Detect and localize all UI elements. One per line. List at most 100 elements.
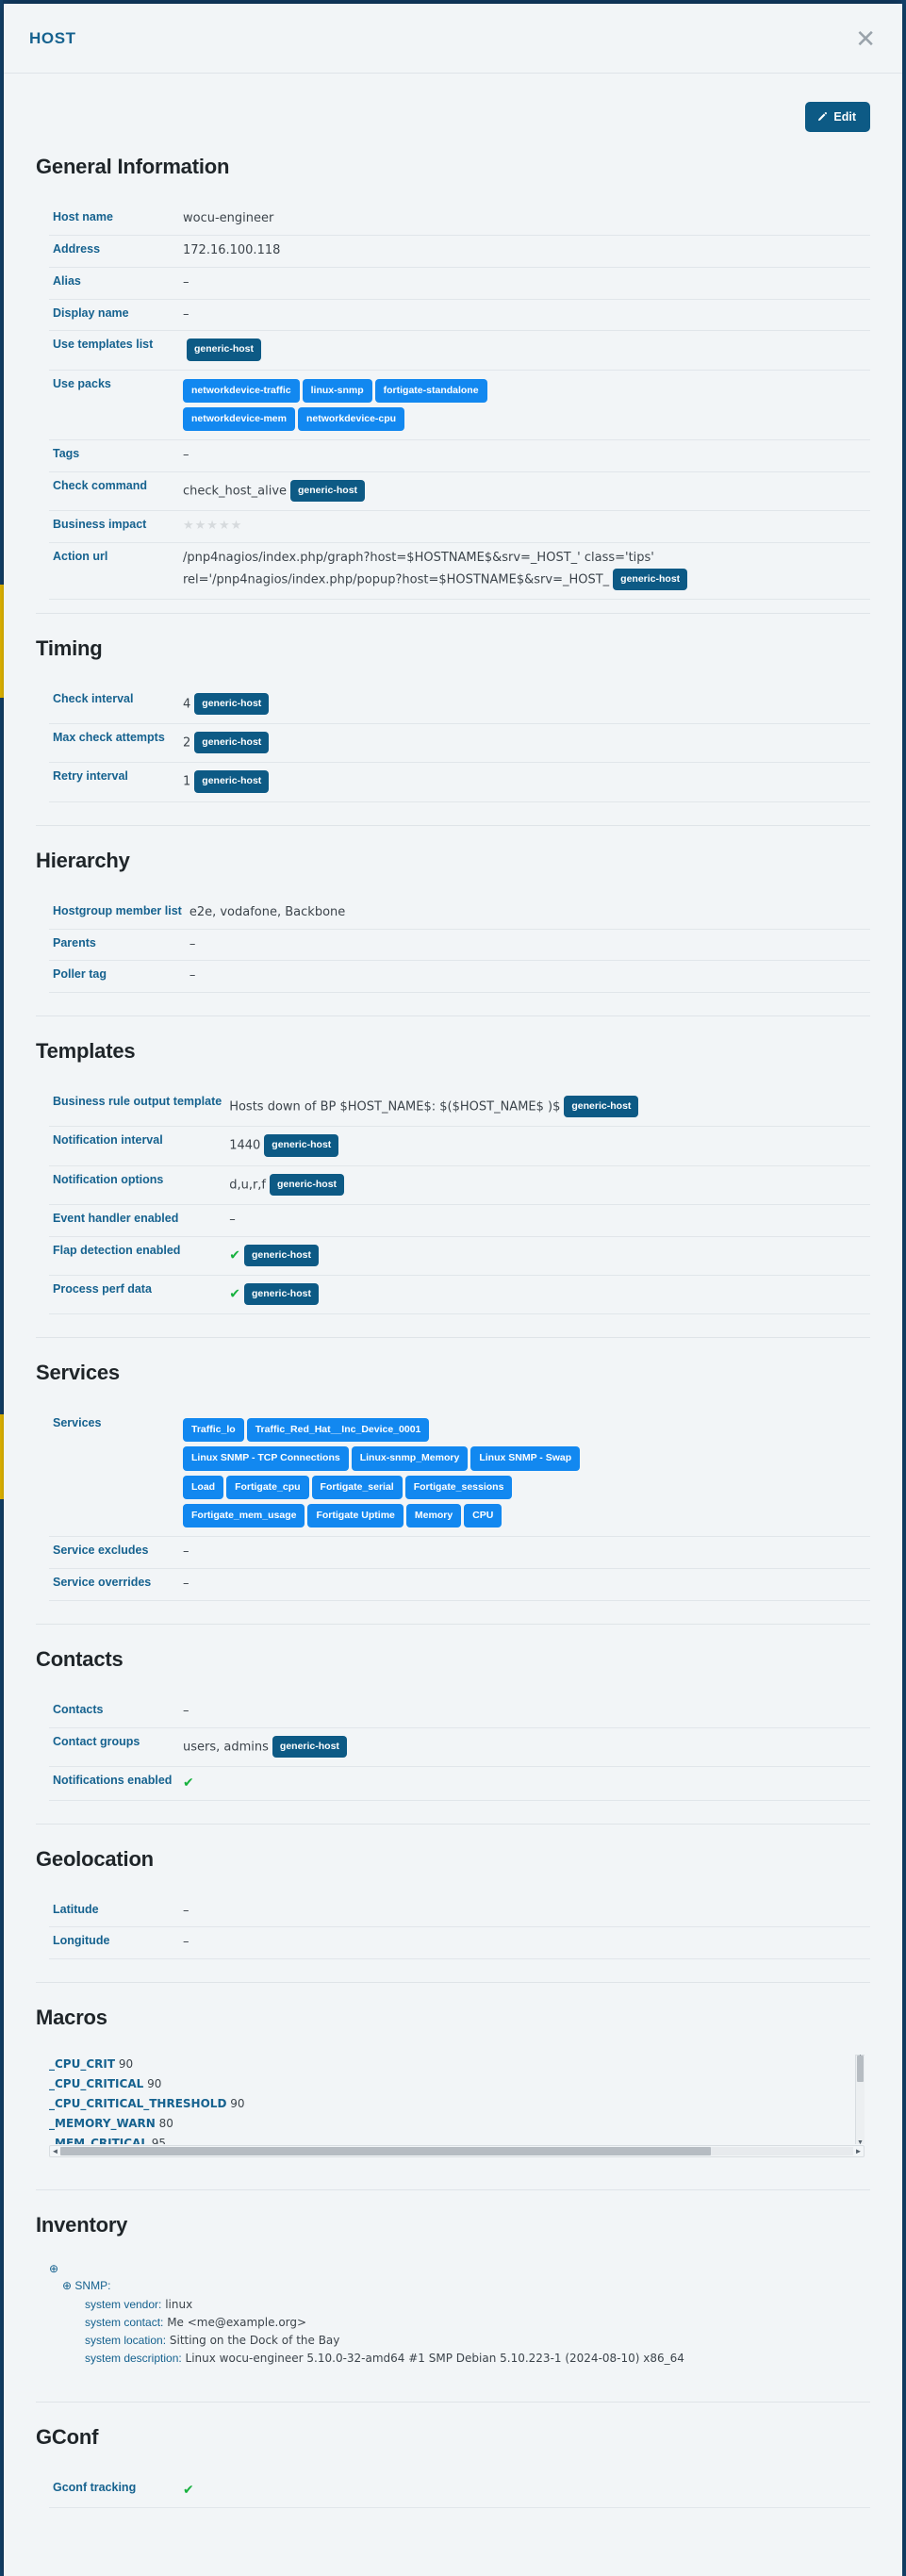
section-inventory: Inventory ⊕ ⊕ SNMP: system vendor: linux… xyxy=(36,2189,870,2402)
template-badge[interactable]: generic-host xyxy=(290,479,366,503)
pack-badge[interactable]: Fortigate_cpu xyxy=(226,1475,309,1499)
pack-badge[interactable]: Memory xyxy=(405,1503,462,1527)
value-text: – xyxy=(183,1576,189,1591)
inventory-root-expand-icon[interactable]: ⊕ xyxy=(49,2262,870,2275)
pack-badge[interactable]: Fortigate_mem_usage xyxy=(183,1503,305,1527)
value-text: Hosts down of BP $HOST_NAME$: $($HOST_NA… xyxy=(229,1099,561,1115)
pack-badge[interactable]: linux-snmp xyxy=(302,378,372,403)
inventory-group-expand-icon[interactable]: ⊕ xyxy=(62,2279,72,2292)
template-badge[interactable]: generic-host xyxy=(194,693,270,716)
macro-key: _MEM_CRITICAL xyxy=(49,2137,148,2146)
gconf-table: Gconf tracking ✔ xyxy=(49,2474,870,2508)
template-badge[interactable]: generic-host xyxy=(272,1735,347,1758)
business-impact-stars: ★★★★★ xyxy=(183,519,243,534)
field-value: 4 generic-host xyxy=(179,685,870,724)
macro-line: _MEM_CRITICAL 95 xyxy=(49,2134,865,2146)
field-value: 172.16.100.118 xyxy=(179,235,870,267)
pack-badge[interactable]: Linux-snmp_Memory xyxy=(351,1446,469,1471)
value-text: – xyxy=(189,968,196,983)
field-value: ✔ generic-host xyxy=(225,1275,870,1313)
field-value: – xyxy=(186,961,870,993)
edit-toolbar: Edit xyxy=(36,74,870,132)
template-badge[interactable]: generic-host xyxy=(187,339,262,361)
field-value: generic-host xyxy=(179,331,870,370)
pack-badge[interactable]: CPU xyxy=(464,1503,502,1527)
macro-value: 90 xyxy=(115,2057,134,2072)
pack-badge[interactable]: Traffic_Red_Hat__Inc_Device_0001 xyxy=(246,1418,430,1443)
field-value: networkdevice-traffic linux-snmp fortigate… xyxy=(179,370,870,439)
table-row: Flap detection enabled ✔ generic-host xyxy=(49,1236,870,1276)
pack-badge[interactable]: Fortigate_sessions xyxy=(404,1475,513,1499)
table-row: Business impact ★★★★★ xyxy=(49,511,870,543)
scroll-left-icon[interactable]: ◄ xyxy=(50,2147,60,2155)
template-badge[interactable]: generic-host xyxy=(613,568,688,590)
badge-group: Traffic_lo Traffic_Red_Hat__Inc_Device_00… xyxy=(183,1416,588,1529)
field-label: Latitude xyxy=(53,1902,99,1916)
template-badge[interactable]: generic-host xyxy=(194,732,270,754)
template-badge[interactable]: generic-host xyxy=(243,1244,319,1266)
section-title-gconf: GConf xyxy=(36,2425,99,2450)
macros-vertical-scrollbar[interactable]: ▲ ▼ xyxy=(855,2055,865,2145)
macros-horizontal-scrollbar[interactable]: ◄ ► xyxy=(49,2145,865,2158)
inventory-item-value: Me <me@example.org> xyxy=(163,2316,307,2330)
field-label: Alias xyxy=(53,273,81,288)
field-value: ✔ xyxy=(179,1766,870,1800)
pack-badge[interactable]: Fortigate_serial xyxy=(311,1475,403,1499)
section-title-geolocation: Geolocation xyxy=(36,1846,154,1871)
field-label: Contacts xyxy=(53,1702,104,1716)
scroll-right-icon[interactable]: ► xyxy=(853,2147,864,2155)
field-label: Business rule output template xyxy=(53,1095,222,1109)
pack-badge[interactable]: networkdevice-cpu xyxy=(297,406,405,432)
value-text: /pnp4nagios/index.php/graph?host=$HOSTNA… xyxy=(183,550,654,587)
field-label: Contact groups xyxy=(53,1734,140,1748)
table-row: Retry interval 1 generic-host xyxy=(49,763,870,802)
pack-badge[interactable]: Load xyxy=(183,1475,224,1499)
table-row: Process perf data ✔ generic-host xyxy=(49,1275,870,1314)
table-row: Use templates list generic-host xyxy=(49,331,870,371)
section-title-templates: Templates xyxy=(36,1039,136,1064)
close-icon[interactable]: ✕ xyxy=(849,23,881,55)
template-badge[interactable]: generic-host xyxy=(564,1096,639,1118)
services-table: Services Traffic_lo Traffic_Red_Hat__Inc_D… xyxy=(49,1410,870,1601)
template-badge[interactable]: generic-host xyxy=(270,1173,345,1196)
template-badge[interactable]: generic-host xyxy=(194,770,270,793)
field-value: e2e, vodafone, Backbone xyxy=(186,898,870,929)
inventory-item: system vendor: linux xyxy=(85,2298,870,2311)
section-title-inventory: Inventory xyxy=(36,2213,128,2237)
edit-button[interactable]: Edit xyxy=(805,102,870,132)
value-text: – xyxy=(183,1544,189,1559)
pack-badge[interactable]: Fortigate Uptime xyxy=(307,1503,404,1527)
pack-badge[interactable]: Linux SNMP - TCP Connections xyxy=(183,1446,349,1471)
table-row: Service overrides – xyxy=(49,1568,870,1601)
template-badge[interactable]: generic-host xyxy=(243,1282,319,1306)
value-text: check_host_alive xyxy=(183,484,288,499)
page-title: HOST xyxy=(29,28,76,47)
field-label: Longitude xyxy=(53,1934,110,1948)
section-contacts: Contacts Contacts – Contact groups users, a… xyxy=(36,1623,870,1824)
field-value: 1440 generic-host xyxy=(225,1127,870,1165)
pack-badge[interactable]: Traffic_lo xyxy=(183,1418,244,1443)
field-label: Check interval xyxy=(53,692,134,705)
section-title-hierarchy: Hierarchy xyxy=(36,848,130,872)
inventory-group-snmp[interactable]: ⊕ SNMP: xyxy=(62,2279,870,2292)
pack-badge[interactable]: networkdevice-traffic xyxy=(183,378,300,403)
host-detail-modal: HOST ✕ Edit General Information Host nam… xyxy=(4,4,902,2576)
table-row: Notification options d,u,r,f generic-host xyxy=(49,1165,870,1205)
macro-value: 90 xyxy=(143,2077,162,2091)
field-value: – xyxy=(179,1896,870,1927)
macro-key: _CPU_CRIT xyxy=(49,2057,116,2072)
field-label: Address xyxy=(53,241,101,256)
field-label: Notifications enabled xyxy=(53,1773,173,1787)
template-badge[interactable]: generic-host xyxy=(264,1134,339,1157)
field-value: check_host_alive generic-host xyxy=(179,471,870,510)
macro-value: 90 xyxy=(226,2097,245,2111)
pack-badge[interactable]: fortigate-standalone xyxy=(374,378,487,403)
pack-badge[interactable]: networkdevice-mem xyxy=(183,406,295,432)
section-templates: Templates Business rule output template H… xyxy=(36,1016,870,1337)
section-hierarchy: Hierarchy Hostgroup member list e2e, voda… xyxy=(36,824,870,1016)
table-row: Contact groups users, admins generic-host xyxy=(49,1727,870,1767)
table-row: Use packs networkdevice-traffic linux-snmp… xyxy=(49,370,870,440)
pack-badge[interactable]: Linux SNMP - Swap xyxy=(470,1446,581,1471)
field-value: ★★★★★ xyxy=(179,511,870,543)
macro-line: _CPU_CRITICAL_THRESHOLD 90 xyxy=(49,2094,865,2114)
